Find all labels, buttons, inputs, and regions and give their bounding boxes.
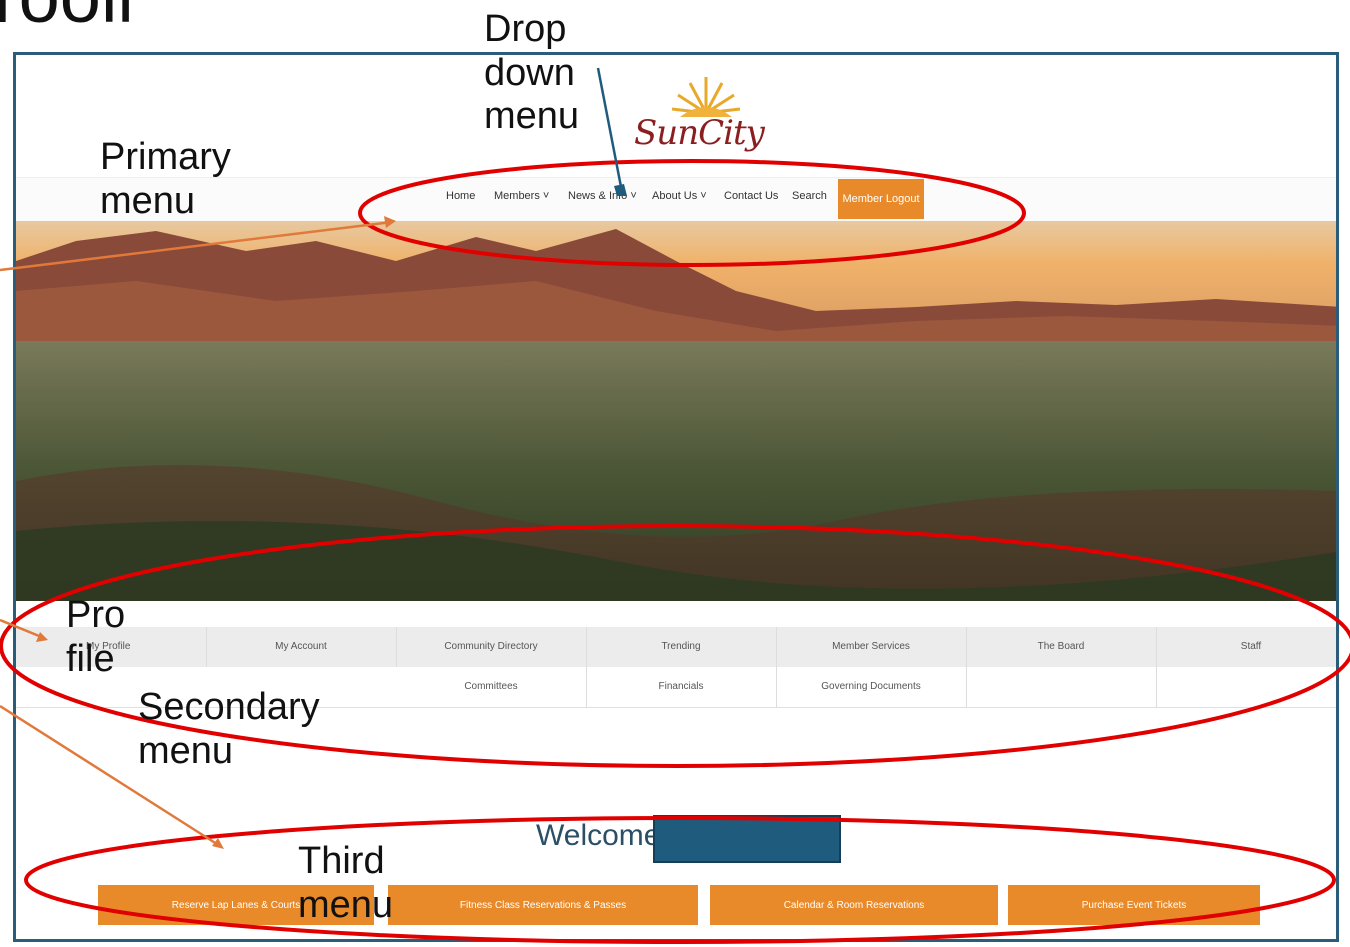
annotation-dropdown-line-3: menu bbox=[484, 95, 580, 138]
annotation-dropdown-label: Drop down menu bbox=[484, 8, 579, 139]
annotation-secondary-line-2: menu bbox=[138, 729, 234, 772]
member-logout-label: Member Logout bbox=[842, 193, 920, 205]
redacted-username-box bbox=[653, 815, 841, 863]
annotation-third-line-1: Third bbox=[298, 840, 385, 882]
calendar-room-reservations-label: Calendar & Room Reservations bbox=[783, 899, 925, 911]
reserve-lap-lanes-label: Reserve Lap Lanes & Courts bbox=[171, 899, 301, 911]
annotation-primary-menu-label: Primary menu bbox=[100, 136, 231, 223]
calendar-room-reservations-button[interactable]: Calendar & Room Reservations bbox=[710, 885, 998, 925]
annotation-secondary-menu-label: Secondary menu bbox=[138, 686, 320, 773]
nav-about-us[interactable]: About Us ˅ bbox=[652, 190, 707, 202]
annotation-profile-label: Pro file bbox=[66, 594, 125, 681]
nav-search[interactable]: Search bbox=[792, 190, 827, 202]
annotation-secondary-line-1: Secondary bbox=[138, 686, 320, 728]
logo-text: SunCity bbox=[634, 113, 765, 153]
slide-title-fragment: rooll bbox=[0, 0, 134, 34]
mountain-landscape-graphic bbox=[16, 221, 1336, 601]
fitness-class-reservations-button[interactable]: Fitness Class Reservations & Passes bbox=[388, 885, 698, 925]
nav-home[interactable]: Home bbox=[446, 190, 475, 202]
fitness-class-reservations-label: Fitness Class Reservations & Passes bbox=[459, 899, 627, 911]
purchase-event-tickets-button[interactable]: Purchase Event Tickets bbox=[1008, 885, 1260, 925]
suncity-logo[interactable]: SunCity bbox=[618, 69, 778, 169]
welcome-heading: Welcome bbox=[536, 819, 661, 852]
secondary-item-trending[interactable]: Trending bbox=[586, 627, 777, 667]
annotation-primary-line-1: Primary bbox=[100, 136, 231, 178]
secondary-item-committees[interactable]: Committees bbox=[396, 667, 587, 707]
nav-contact-us[interactable]: Contact Us bbox=[724, 190, 778, 202]
secondary-item-staff[interactable]: Staff bbox=[1156, 627, 1336, 667]
nav-news-info[interactable]: News & Info ˅ bbox=[568, 190, 637, 202]
secondary-item-member-services[interactable]: Member Services bbox=[776, 627, 967, 667]
secondary-item-my-account[interactable]: My Account bbox=[206, 627, 397, 667]
annotation-dropdown-line-2: down bbox=[484, 51, 575, 94]
annotation-dropdown-line-1: Drop bbox=[484, 8, 567, 50]
secondary-item-the-board[interactable]: The Board bbox=[966, 627, 1157, 667]
secondary-item-community-directory[interactable]: Community Directory bbox=[396, 627, 587, 667]
secondary-item-governing-documents[interactable]: Governing Documents bbox=[776, 667, 967, 707]
annotation-third-menu-label: Third menu bbox=[298, 840, 393, 927]
annotation-profile-line-2: file bbox=[66, 637, 115, 680]
annotation-profile-line-1: Pro bbox=[66, 594, 126, 636]
member-logout-button[interactable]: Member Logout bbox=[838, 179, 924, 219]
hero-landscape-image bbox=[16, 221, 1336, 601]
secondary-item-financials[interactable]: Financials bbox=[586, 667, 777, 707]
annotation-primary-line-2: menu bbox=[100, 179, 196, 222]
purchase-event-tickets-label: Purchase Event Tickets bbox=[1081, 899, 1187, 911]
nav-members[interactable]: Members ˅ bbox=[494, 190, 549, 202]
secondary-nav-row-1: My Profile My Account Community Director… bbox=[16, 627, 1336, 667]
annotation-third-line-2: menu bbox=[298, 883, 394, 926]
secondary-empty-cell bbox=[966, 667, 1157, 707]
